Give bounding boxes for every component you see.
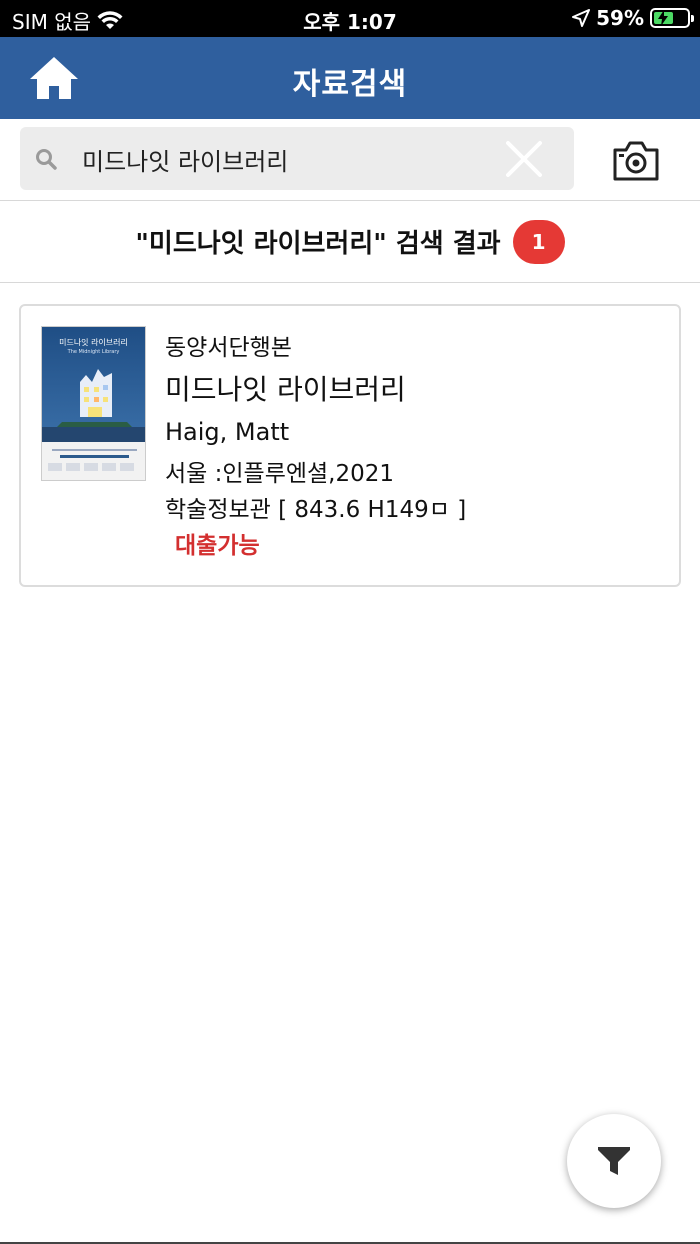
result-card[interactable]: 미드나잇 라이브러리 The Midnight Library 동양서단행본 미… — [19, 304, 681, 587]
camera-icon — [613, 141, 659, 181]
cover-subtitle: The Midnight Library — [67, 349, 120, 355]
book-location: 학술정보관 [ 843.6 H149ㅁ ] — [165, 497, 467, 523]
book-author: Haig, Matt — [165, 418, 290, 446]
search-box[interactable] — [20, 127, 574, 190]
book-publisher: 서울 :인플루엔셜,2021 — [165, 461, 395, 487]
app-header: 자료검색 — [0, 37, 700, 119]
cover-title: 미드나잇 라이브러리 — [59, 338, 128, 347]
location-arrow-icon — [572, 9, 591, 27]
search-input[interactable] — [82, 140, 502, 178]
results-count-badge: 1 — [512, 219, 565, 264]
clear-search-button[interactable] — [504, 139, 544, 179]
book-category: 동양서단행본 — [165, 335, 292, 361]
results-header: "미드나잇 라이브러리" 검색 결과 1 — [0, 201, 700, 283]
search-area — [0, 119, 700, 201]
charging-bolt-icon — [658, 10, 669, 26]
battery-percent: 59% — [596, 6, 644, 30]
filter-button[interactable] — [567, 1114, 661, 1208]
filter-icon — [598, 1147, 630, 1175]
status-right: 59% — [572, 6, 694, 30]
search-icon — [36, 149, 57, 170]
battery-icon — [650, 8, 694, 28]
battery-level — [654, 10, 673, 26]
camera-button[interactable] — [610, 139, 662, 183]
results-title: "미드나잇 라이브러리" 검색 결과 — [135, 229, 501, 259]
book-title: 미드나잇 라이브러리 — [165, 373, 406, 406]
close-icon — [506, 141, 542, 177]
page-title: 자료검색 — [292, 67, 408, 102]
status-bar: SIM 없음 오후 1:07 59% — [0, 0, 700, 37]
availability-status: 대출가능 — [175, 533, 260, 559]
book-cover-image: 미드나잇 라이브러리 The Midnight Library — [41, 326, 146, 481]
book-info: 동양서단행본 미드나잇 라이브러리 Haig, Matt 서울 :인플루엔셜,2… — [165, 328, 466, 560]
